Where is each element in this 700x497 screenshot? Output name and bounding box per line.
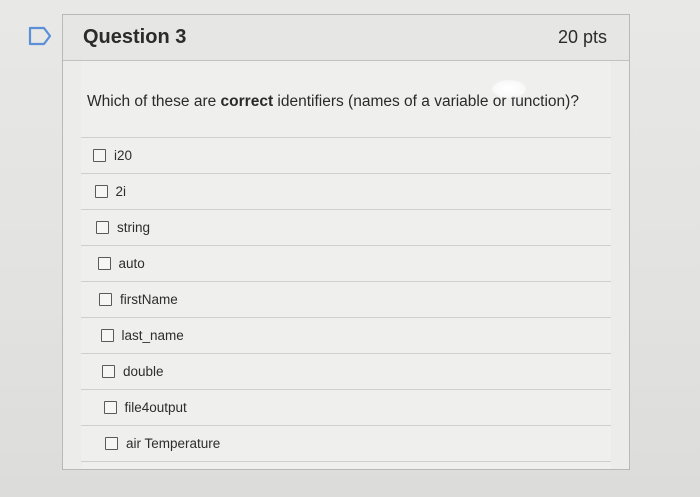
checkbox-icon[interactable] — [97, 257, 111, 270]
answer-option-label: firstName — [120, 292, 178, 307]
answer-option[interactable]: i20 — [81, 138, 611, 174]
answer-option[interactable]: file4output — [81, 390, 611, 426]
answer-option-label: double — [123, 364, 164, 379]
answer-option[interactable]: auto — [81, 246, 611, 282]
checkbox-icon[interactable] — [96, 221, 109, 234]
answer-option-label: string — [117, 220, 151, 235]
checkbox-icon[interactable] — [102, 365, 115, 378]
question-title: Question 3 — [83, 26, 187, 48]
answer-option[interactable]: double — [81, 354, 611, 390]
answer-option[interactable]: air Temperature — [81, 426, 611, 462]
answer-option[interactable]: firstName — [81, 282, 611, 318]
answer-option-label: file4output — [124, 400, 187, 415]
question-body: Which of these are correct identifiers (… — [81, 61, 611, 469]
answer-option[interactable]: last_name — [81, 318, 611, 354]
answer-option-label: 2i — [115, 184, 127, 199]
answer-option-label: last_name — [121, 328, 184, 343]
answer-option-label: i20 — [114, 148, 133, 163]
quiz-page: Question 3 20 pts Which of these are cor… — [0, 0, 700, 497]
screen-glare — [492, 80, 526, 98]
answer-option[interactable]: 2i — [81, 174, 611, 210]
checkbox-icon[interactable] — [103, 401, 117, 414]
question-points: 20 pts — [557, 27, 607, 47]
checkbox-icon[interactable] — [100, 329, 114, 342]
flag-icon[interactable] — [28, 26, 52, 46]
question-prompt: Which of these are correct identifiers (… — [81, 61, 611, 137]
prompt-text-start: Which of these are — [87, 93, 221, 110]
answer-option-label: auto — [118, 256, 145, 271]
checkbox-icon[interactable] — [99, 293, 112, 306]
checkbox-icon[interactable] — [94, 185, 108, 198]
answer-option-label: air Temperature — [126, 436, 221, 451]
prompt-text-end: identifiers (names of a variable or func… — [273, 93, 579, 110]
prompt-emphasis: correct — [220, 93, 274, 110]
answer-options: i20 2i string auto firstName last_namedouble f… — [81, 137, 611, 462]
answer-option[interactable]: string — [81, 210, 611, 246]
question-header: Question 3 20 pts — [63, 15, 629, 61]
checkbox-icon[interactable] — [93, 149, 106, 162]
question-card: Question 3 20 pts Which of these are cor… — [62, 14, 630, 470]
checkbox-icon[interactable] — [105, 437, 118, 450]
